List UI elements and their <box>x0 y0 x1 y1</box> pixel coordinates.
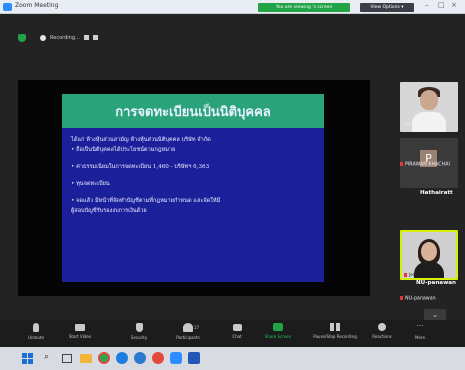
reactions-icon <box>378 323 386 331</box>
chrome-icon[interactable] <box>98 352 110 364</box>
share-screen-icon <box>273 323 283 331</box>
shield-icon <box>135 323 143 332</box>
stop-recording-icon[interactable] <box>92 35 98 40</box>
recording-label: Recording... <box>50 34 80 41</box>
participant-name: แนท <box>402 122 412 127</box>
slide-title: การจดทะเบียนเป็นนิติบุคคล <box>115 104 271 120</box>
participant-face <box>420 90 438 110</box>
muted-mic-icon <box>400 162 403 166</box>
pause-icon <box>330 323 341 331</box>
participant-panel: แนท P PIRAWAN KHACHAI Hathairatt Jeab NU… <box>380 32 465 334</box>
maximize-icon[interactable]: □ <box>438 1 445 9</box>
close-icon[interactable]: × <box>451 1 457 9</box>
slide-line: ได้แก่ ห้างหุ้นส่วนสามัญ ห้างหุ้นส่วนนิต… <box>71 137 211 143</box>
recording-indicator: Recording... <box>18 32 98 43</box>
share-screen-button[interactable]: Share Screen <box>258 323 298 345</box>
pause-stop-recording-button[interactable]: Pause/Stop Recording <box>312 323 358 345</box>
minimize-icon[interactable]: – <box>425 1 429 9</box>
participant-name: PIRAWAN KHACHAI <box>400 162 450 168</box>
participant-face <box>421 242 437 261</box>
slide-line: • จดแล้ว มีหน้าที่จัดทำบัญชีตามที่กฎหมาย… <box>71 198 221 204</box>
windows-start-icon[interactable] <box>22 353 33 364</box>
file-explorer-icon[interactable] <box>80 354 92 363</box>
participant-count: 17 <box>194 325 200 330</box>
start-video-button[interactable]: Start Video <box>60 323 100 345</box>
search-icon[interactable]: ⌕ <box>44 352 56 364</box>
more-button[interactable]: ··· More <box>400 323 440 345</box>
participants-icon <box>183 323 193 332</box>
slide-body: ได้แก่ ห้างหุ้นส่วนสามัญ ห้างหุ้นส่วนนิต… <box>62 128 324 223</box>
app-icon[interactable] <box>152 352 164 364</box>
participant-name: NU-panawan <box>416 280 457 286</box>
word-icon[interactable] <box>188 352 200 364</box>
muted-mic-icon <box>400 296 403 300</box>
muted-mic-icon <box>404 273 407 277</box>
chat-button[interactable]: Chat <box>217 323 257 345</box>
chat-icon <box>232 324 242 331</box>
view-options-button[interactable]: View Options ▾ <box>360 3 414 12</box>
security-shield-icon <box>18 33 26 42</box>
task-view-icon[interactable] <box>62 354 72 363</box>
meeting-area: Recording... การจดทะเบียนเป็นนิติบุคคล ไ… <box>0 14 465 322</box>
reactions-button[interactable]: Reactions <box>362 323 402 345</box>
os-taskbar: ⌕ <box>0 347 465 370</box>
edge-icon[interactable] <box>116 352 128 364</box>
participant-name: Jeab <box>404 272 418 277</box>
participant-name: NU-panawan <box>400 296 436 302</box>
zoom-taskbar-icon[interactable] <box>170 352 182 364</box>
slide-line: • ทุนจดทะเบียน <box>71 181 110 187</box>
record-dot-icon <box>40 34 46 41</box>
participants-button[interactable]: 17 Participants <box>168 323 208 345</box>
window-titlebar: Zoom Meeting You are viewing 's screen V… <box>0 0 465 14</box>
presentation-slide: การจดทะเบียนเป็นนิติบุคคล ได้แก่ ห้างหุ้… <box>62 94 324 282</box>
slide-header: การจดทะเบียนเป็นนิติบุคคล <box>62 94 324 128</box>
meeting-toolbar: Unmute Start Video Security 17 Participa… <box>0 320 465 347</box>
participant-name: Hathairatt <box>420 190 453 196</box>
unmute-button[interactable]: Unmute <box>16 323 56 345</box>
slide-line: ผู้สอบบัญชีรับรองงบการเงินด้วย <box>71 208 147 214</box>
slide-line: • ถือเป็นนิติบุคคลได้ประโยชน์ตามกฎหมาย <box>71 147 176 153</box>
slide-line: • ค่าธรรมเนียมในการจดทะเบียน 1,460 - บริ… <box>71 164 210 170</box>
window-title: Zoom Meeting <box>15 2 59 9</box>
screen-share-banner: You are viewing 's screen <box>258 3 350 12</box>
active-speaker-tile[interactable]: Jeab <box>400 230 458 280</box>
mic-icon <box>33 323 39 332</box>
shared-screen: การจดทะเบียนเป็นนิติบุคคล ได้แก่ ห้างหุ้… <box>18 80 370 296</box>
video-icon <box>75 324 85 331</box>
zoom-logo-icon <box>3 3 12 11</box>
pause-recording-icon[interactable] <box>83 35 89 40</box>
app-icon[interactable] <box>134 352 146 364</box>
more-icon: ··· <box>416 322 424 330</box>
security-button[interactable]: Security <box>119 323 159 345</box>
